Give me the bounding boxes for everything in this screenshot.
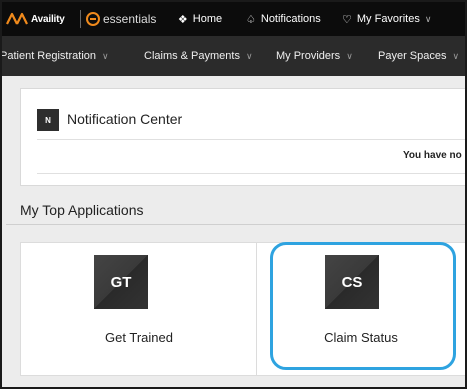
top-nav-bar: Availity essentials ❖ Home ♤ Notificatio… bbox=[2, 2, 465, 36]
secondary-nav-bar: Patient Registration ∨ Claims & Payments… bbox=[2, 36, 465, 76]
nav-home[interactable]: ❖ Home bbox=[164, 2, 236, 36]
page-bottom bbox=[2, 384, 465, 387]
subnav-my-providers[interactable]: My Providers ∨ bbox=[276, 36, 353, 76]
nav-my-favorites[interactable]: ♡ My Favorites ∨ bbox=[342, 2, 431, 36]
essentials-label: essentials bbox=[103, 12, 157, 26]
get-trained-icon: GT bbox=[94, 255, 148, 309]
subnav-label: My Providers bbox=[276, 50, 341, 62]
claim-status-icon: CS bbox=[325, 255, 379, 309]
notification-center-panel: N Notification Center You have no bbox=[20, 88, 465, 186]
home-icon: ❖ bbox=[177, 13, 188, 26]
divider bbox=[80, 10, 81, 28]
subnav-label: Payer Spaces bbox=[378, 50, 447, 62]
notification-center-title: Notification Center bbox=[67, 111, 183, 127]
chevron-down-icon: ∨ bbox=[346, 50, 353, 61]
subnav-label: Patient Registration bbox=[0, 50, 96, 62]
subnav-label: Claims & Payments bbox=[144, 50, 240, 62]
bell-icon: ♤ bbox=[246, 13, 256, 26]
brand-name: Availity bbox=[31, 13, 65, 25]
app-tile-get-trained[interactable]: GT Get Trained bbox=[20, 242, 258, 376]
essentials-icon bbox=[86, 12, 100, 26]
app-window: Availity essentials ❖ Home ♤ Notificatio… bbox=[0, 0, 467, 389]
chevron-down-icon: ∨ bbox=[102, 50, 109, 61]
essentials-logo[interactable]: essentials bbox=[86, 10, 156, 28]
chevron-down-icon: ∨ bbox=[424, 13, 432, 24]
app-tile-claim-status[interactable]: CS Claim Status bbox=[256, 242, 465, 376]
availity-logo[interactable]: Availity bbox=[6, 10, 65, 28]
notification-center-badge: N bbox=[37, 109, 59, 131]
chevron-down-icon: ∨ bbox=[245, 50, 253, 61]
divider bbox=[6, 224, 465, 225]
nav-my-favorites-label: My Favorites bbox=[356, 13, 420, 25]
notification-message: You have no bbox=[403, 150, 462, 161]
app-tile-label: Get Trained bbox=[105, 330, 173, 345]
availity-logo-icon bbox=[6, 12, 28, 25]
divider bbox=[37, 173, 465, 174]
nav-home-label: Home bbox=[192, 13, 223, 25]
heart-icon: ♡ bbox=[342, 13, 352, 26]
nav-notifications[interactable]: ♤ Notifications bbox=[246, 2, 321, 36]
chevron-down-icon: ∨ bbox=[452, 50, 460, 61]
subnav-patient-registration[interactable]: Patient Registration ∨ bbox=[0, 36, 109, 76]
app-tile-label: Claim Status bbox=[324, 330, 398, 345]
nav-notifications-label: Notifications bbox=[260, 13, 321, 25]
subnav-claims-payments[interactable]: Claims & Payments ∨ bbox=[144, 36, 253, 76]
top-applications-heading: My Top Applications bbox=[20, 202, 144, 218]
divider bbox=[37, 139, 465, 140]
subnav-payer-spaces[interactable]: Payer Spaces ∨ bbox=[378, 36, 459, 76]
